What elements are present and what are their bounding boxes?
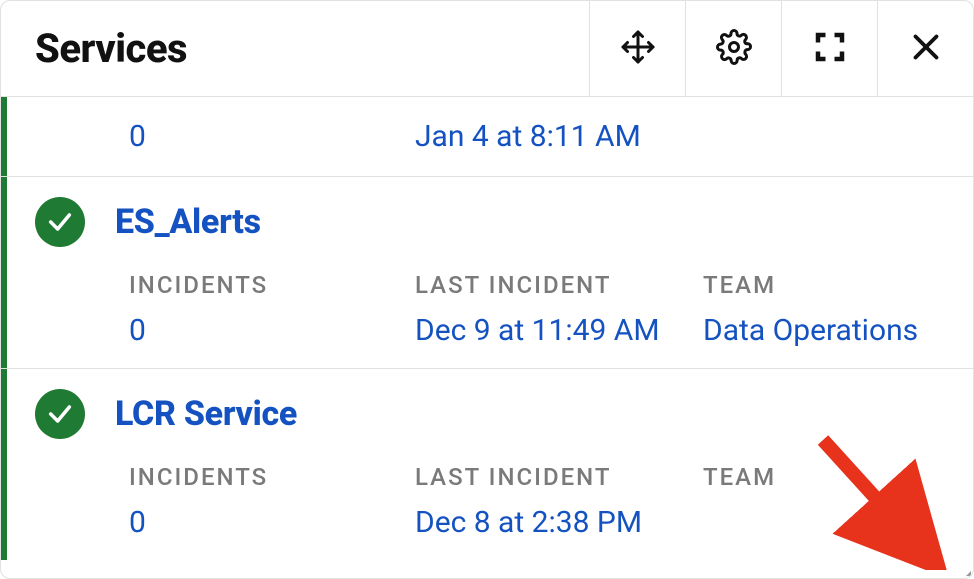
incidents-value[interactable]: 0 (129, 313, 415, 348)
team-label: Team (703, 271, 939, 299)
incidents-label: Incidents (129, 271, 415, 299)
services-panel: Services (0, 0, 974, 579)
service-name-link[interactable]: LCR Service (115, 394, 297, 434)
status-edge (1, 369, 7, 560)
expand-icon (812, 29, 848, 69)
move-button[interactable] (589, 1, 685, 96)
last-incident-label: Last Incident (415, 271, 703, 299)
move-icon (620, 29, 656, 69)
gear-icon (716, 29, 752, 69)
status-edge (1, 177, 7, 368)
team-value[interactable]: Data Operations (703, 313, 939, 348)
last-incident-label: Last Incident (415, 463, 703, 491)
fullscreen-button[interactable] (781, 1, 877, 96)
status-ok-icon (35, 389, 85, 439)
incidents-value[interactable]: 0 (129, 505, 415, 540)
team-label: Team (703, 463, 939, 491)
panel-title: Services (1, 1, 589, 96)
panel-toolbar (589, 1, 973, 96)
incidents-value[interactable]: 0 (129, 119, 415, 154)
last-incident-value[interactable]: Dec 8 at 2:38 PM (415, 505, 703, 540)
service-row[interactable]: LCR Service Incidents 0 Last Incident De… (1, 369, 973, 560)
status-ok-icon (35, 197, 85, 247)
settings-button[interactable] (685, 1, 781, 96)
close-button[interactable] (877, 1, 973, 96)
close-icon (908, 29, 944, 69)
service-row[interactable]: ES_Alerts Incidents 0 Last Incident Dec … (1, 177, 973, 369)
panel-header: Services (1, 1, 973, 97)
resize-handle[interactable] (955, 560, 971, 576)
last-incident-value[interactable]: Jan 4 at 8:11 AM (415, 119, 703, 154)
last-incident-value[interactable]: Dec 9 at 11:49 AM (415, 313, 703, 348)
service-name-link[interactable]: ES_Alerts (115, 202, 261, 242)
incidents-label: Incidents (129, 463, 415, 491)
status-edge (1, 97, 7, 176)
service-row[interactable]: 0 Jan 4 at 8:11 AM (1, 97, 973, 177)
